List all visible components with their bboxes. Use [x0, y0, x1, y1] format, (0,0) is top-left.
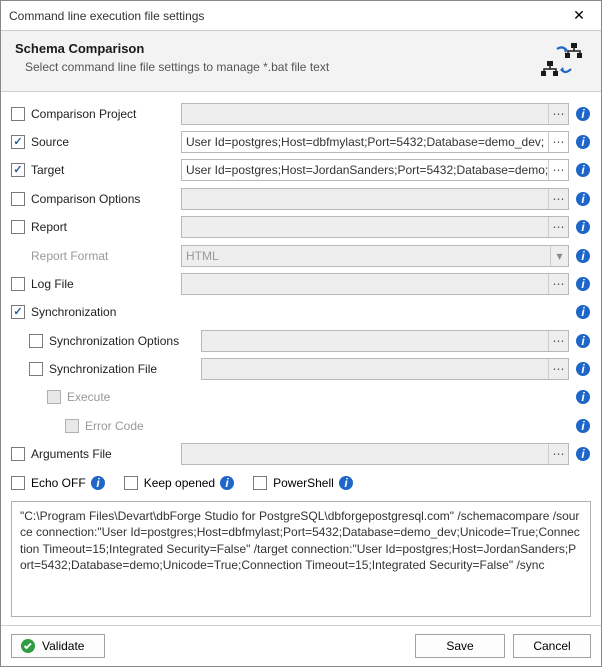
content: Comparison Project ⋯ i Source User Id=po… [1, 92, 601, 625]
info-icon[interactable]: i [575, 191, 591, 207]
browse-icon[interactable]: ⋯ [548, 160, 568, 180]
checkbox-log-file[interactable] [11, 277, 25, 291]
row-report-format: Report Format HTML▾ i [11, 242, 591, 269]
checkbox-synchronization[interactable] [11, 305, 25, 319]
checkbox-powershell[interactable] [253, 476, 267, 490]
row-execute: Execute i [11, 384, 591, 411]
save-button[interactable]: Save [415, 634, 505, 658]
info-icon[interactable]: i [90, 475, 106, 491]
browse-icon[interactable]: ⋯ [548, 132, 568, 152]
row-log-file: Log File ⋯ i [11, 270, 591, 297]
info-icon[interactable]: i [575, 304, 591, 320]
checkbox-error-code [65, 419, 79, 433]
row-comparison-project: Comparison Project ⋯ i [11, 100, 591, 127]
info-icon[interactable]: i [575, 248, 591, 264]
checkbox-comparison-options[interactable] [11, 192, 25, 206]
checkbox-arguments-file[interactable] [11, 447, 25, 461]
field-log-file[interactable]: ⋯ [181, 273, 569, 295]
info-icon[interactable]: i [575, 333, 591, 349]
header-subtitle: Select command line file settings to man… [15, 60, 539, 74]
titlebar: Command line execution file settings ✕ [1, 1, 601, 31]
info-icon[interactable]: i [575, 106, 591, 122]
window-title: Command line execution file settings [9, 9, 565, 23]
command-preview[interactable]: "C:\Program Files\Devart\dbForge Studio … [11, 501, 591, 617]
checkbox-execute [47, 390, 61, 404]
info-icon[interactable]: i [575, 389, 591, 405]
field-target[interactable]: User Id=postgres;Host=JordanSanders;Port… [181, 159, 569, 181]
info-icon[interactable]: i [219, 475, 235, 491]
header: Schema Comparison Select command line fi… [1, 31, 601, 92]
browse-icon[interactable]: ⋯ [548, 274, 568, 294]
info-icon[interactable]: i [575, 361, 591, 377]
cancel-button[interactable]: Cancel [513, 634, 591, 658]
row-report: Report ⋯ i [11, 214, 591, 241]
browse-icon[interactable]: ⋯ [548, 331, 568, 351]
checkbox-comparison-project[interactable] [11, 107, 25, 121]
checkbox-report[interactable] [11, 220, 25, 234]
label-arguments-file: Arguments File [31, 447, 181, 461]
check-circle-icon [20, 638, 36, 654]
row-synchronization: Synchronization i [11, 299, 591, 326]
field-comparison-options[interactable]: ⋯ [181, 188, 569, 210]
label-echo-off: Echo OFF [31, 476, 86, 490]
browse-icon[interactable]: ⋯ [548, 189, 568, 209]
label-sync-file: Synchronization File [49, 362, 201, 376]
label-execute: Execute [67, 390, 569, 404]
label-error-code: Error Code [85, 419, 569, 433]
info-icon[interactable]: i [338, 475, 354, 491]
label-keep-opened: Keep opened [144, 476, 215, 490]
label-comparison-project: Comparison Project [31, 107, 181, 121]
validate-button[interactable]: Validate [11, 634, 105, 658]
checkbox-echo-off[interactable] [11, 476, 25, 490]
row-arguments-file: Arguments File ⋯ i [11, 441, 591, 468]
row-target: Target User Id=postgres;Host=JordanSande… [11, 157, 591, 184]
browse-icon[interactable]: ⋯ [548, 104, 568, 124]
field-sync-options[interactable]: ⋯ [201, 330, 569, 352]
checkbox-source[interactable] [11, 135, 25, 149]
label-powershell: PowerShell [273, 476, 334, 490]
field-report-format[interactable]: HTML▾ [181, 245, 569, 267]
field-report[interactable]: ⋯ [181, 216, 569, 238]
label-source: Source [31, 135, 181, 149]
row-error-code: Error Code i [11, 412, 591, 439]
chevron-down-icon[interactable]: ▾ [550, 246, 568, 266]
label-comparison-options: Comparison Options [31, 192, 181, 206]
label-log-file: Log File [31, 277, 181, 291]
header-title: Schema Comparison [15, 41, 539, 56]
label-synchronization: Synchronization [31, 305, 569, 319]
footer: Validate Save Cancel [1, 625, 601, 666]
field-comparison-project[interactable]: ⋯ [181, 103, 569, 125]
label-target: Target [31, 163, 181, 177]
close-button[interactable]: ✕ [565, 2, 593, 30]
field-arguments-file[interactable]: ⋯ [181, 443, 569, 465]
row-comparison-options: Comparison Options ⋯ i [11, 185, 591, 212]
browse-icon[interactable]: ⋯ [548, 359, 568, 379]
checkbox-sync-file[interactable] [29, 362, 43, 376]
schema-compare-icon [539, 41, 587, 79]
label-sync-options: Synchronization Options [49, 334, 201, 348]
row-source: Source User Id=postgres;Host=dbfmylast;P… [11, 128, 591, 155]
row-sync-options: Synchronization Options ⋯ i [11, 327, 591, 354]
field-source[interactable]: User Id=postgres;Host=dbfmylast;Port=543… [181, 131, 569, 153]
options-row: Echo OFF i Keep opened i PowerShell i [11, 469, 591, 496]
info-icon[interactable]: i [575, 162, 591, 178]
info-icon[interactable]: i [575, 134, 591, 150]
field-sync-file[interactable]: ⋯ [201, 358, 569, 380]
info-icon[interactable]: i [575, 276, 591, 292]
row-sync-file: Synchronization File ⋯ i [11, 355, 591, 382]
label-report-format: Report Format [31, 249, 181, 263]
info-icon[interactable]: i [575, 219, 591, 235]
browse-icon[interactable]: ⋯ [548, 217, 568, 237]
checkbox-target[interactable] [11, 163, 25, 177]
checkbox-keep-opened[interactable] [124, 476, 138, 490]
info-icon[interactable]: i [575, 418, 591, 434]
info-icon[interactable]: i [575, 446, 591, 462]
browse-icon[interactable]: ⋯ [548, 444, 568, 464]
label-report: Report [31, 220, 181, 234]
checkbox-sync-options[interactable] [29, 334, 43, 348]
